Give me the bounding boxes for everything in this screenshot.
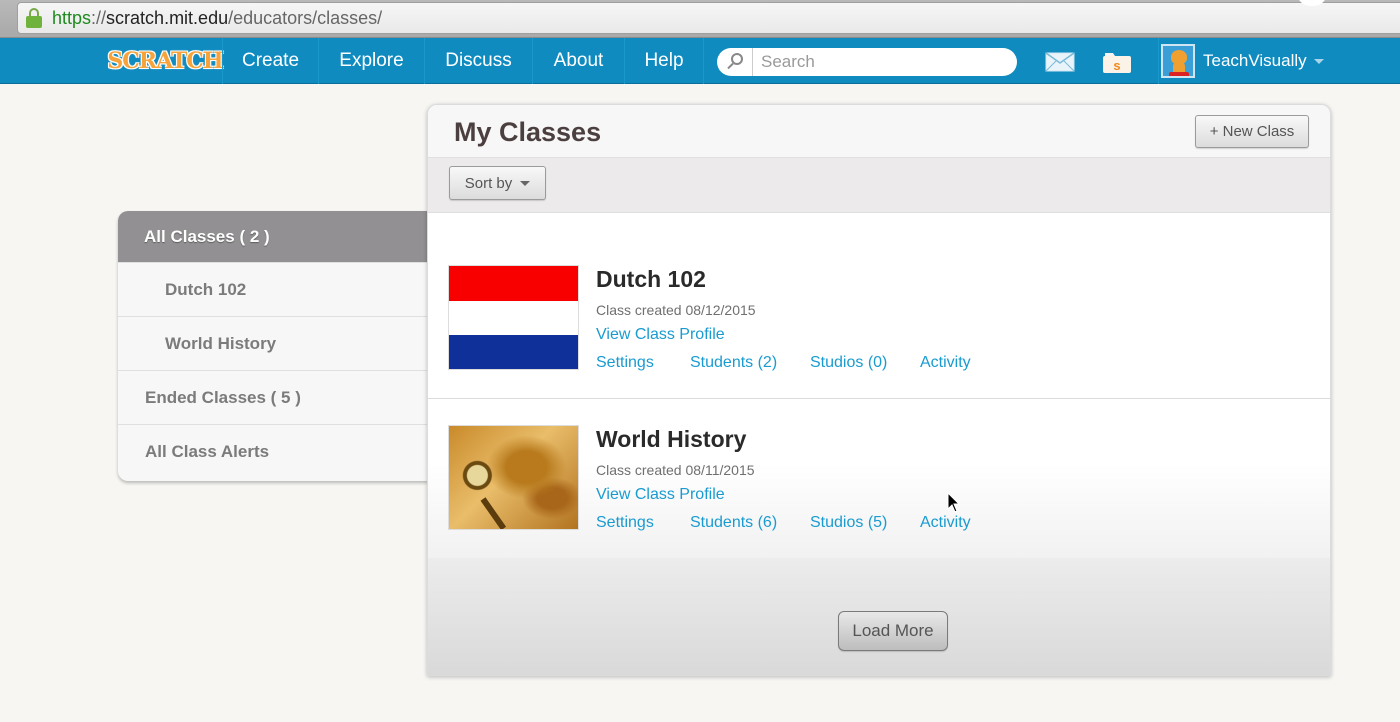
sidebar-item-dutch-102[interactable]: Dutch 102 <box>118 263 428 317</box>
sidebar-item-world-history[interactable]: World History <box>118 317 428 371</box>
sort-by-dropdown[interactable]: Sort by <box>449 166 546 200</box>
url-path: /educators/classes/ <box>228 7 383 28</box>
chevron-down-icon <box>1313 58 1324 64</box>
scratch-logo[interactable]: SCRATCH <box>107 46 223 76</box>
studios-link[interactable]: Studios (0) <box>810 354 887 372</box>
sidebar-item-all-class-alerts[interactable]: All Class Alerts <box>118 425 428 479</box>
class-info: World History Class created 08/11/2015 V… <box>596 426 996 538</box>
page-title: My Classes <box>454 117 602 147</box>
activity-link[interactable]: Activity <box>920 514 971 532</box>
class-created-date: Class created 08/11/2015 <box>596 462 755 478</box>
studios-link[interactable]: Studios (5) <box>810 514 887 532</box>
nav-help[interactable]: Help <box>624 38 704 84</box>
class-thumbnail-world-map[interactable] <box>448 425 579 530</box>
sort-toolbar: Sort by <box>428 158 1330 213</box>
browser-toolbar: https://scratch.mit.edu/educators/classe… <box>0 0 1400 38</box>
search-box <box>717 48 1017 76</box>
students-link[interactable]: Students (6) <box>690 514 777 532</box>
class-name[interactable]: Dutch 102 <box>596 266 996 296</box>
settings-link[interactable]: Settings <box>596 354 654 372</box>
class-list: Dutch 102 Class created 08/12/2015 View … <box>428 213 1330 560</box>
url-host: scratch.mit.edu <box>106 7 229 28</box>
new-class-button[interactable]: + New Class <box>1195 115 1309 148</box>
nav-explore[interactable]: Explore <box>318 38 424 84</box>
url-separator: :// <box>91 7 107 28</box>
flag-stripe-blue <box>449 335 578 369</box>
my-classes-panel: My Classes + New Class Sort by Dutch 102… <box>427 104 1331 676</box>
envelope-icon[interactable] <box>1045 52 1075 72</box>
class-created-date: Class created 08/12/2015 <box>596 302 756 318</box>
avatar <box>1161 44 1195 78</box>
class-name[interactable]: World History <box>596 426 996 456</box>
username: TeachVisually <box>1203 51 1307 70</box>
view-class-profile-link[interactable]: View Class Profile <box>596 326 725 344</box>
flag-stripe-red <box>449 266 578 302</box>
nav-about[interactable]: About <box>532 38 624 84</box>
search-icon[interactable] <box>717 48 753 76</box>
load-more-button[interactable]: Load More <box>838 611 948 651</box>
sidebar-item-all-classes[interactable]: All Classes ( 2 ) <box>118 211 428 263</box>
address-bar[interactable]: https://scratch.mit.edu/educators/classe… <box>17 2 1400 34</box>
lock-icon <box>26 8 42 28</box>
site-nav: SCRATCH Create Explore Discuss About Hel… <box>0 38 1400 84</box>
class-links: Settings Students (6) Studios (5) Activi… <box>596 514 996 538</box>
class-row: World History Class created 08/11/2015 V… <box>428 399 1330 560</box>
sort-by-label: Sort by <box>464 174 513 192</box>
class-row: Dutch 102 Class created 08/12/2015 View … <box>428 213 1330 399</box>
nav-create[interactable]: Create <box>222 38 318 84</box>
flag-stripe-white <box>449 301 578 335</box>
view-class-profile-link[interactable]: View Class Profile <box>596 486 725 504</box>
folder-icon[interactable]: s <box>1101 50 1133 74</box>
panel-footer: Load More <box>428 558 1330 675</box>
students-link[interactable]: Students (2) <box>690 354 777 372</box>
class-info: Dutch 102 Class created 08/12/2015 View … <box>596 266 996 378</box>
chevron-down-icon <box>520 180 531 186</box>
class-thumbnail-dutch-flag[interactable] <box>448 265 579 370</box>
world-map-magnifier-image <box>449 426 578 529</box>
activity-link[interactable]: Activity <box>920 354 971 372</box>
url-scheme: https <box>52 7 92 28</box>
class-links: Settings Students (2) Studios (0) Activi… <box>596 354 996 378</box>
search-input[interactable] <box>753 52 1003 72</box>
sidebar-item-ended-classes[interactable]: Ended Classes ( 5 ) <box>118 371 428 425</box>
user-menu[interactable]: TeachVisually <box>1158 38 1324 84</box>
settings-link[interactable]: Settings <box>596 514 654 532</box>
panel-header: My Classes + New Class <box>428 105 1330 158</box>
mouse-cursor-icon <box>947 492 961 513</box>
svg-text:s: s <box>1113 58 1120 73</box>
nav-discuss[interactable]: Discuss <box>424 38 532 84</box>
classes-sidebar: All Classes ( 2 ) Dutch 102 World Histor… <box>118 211 428 481</box>
